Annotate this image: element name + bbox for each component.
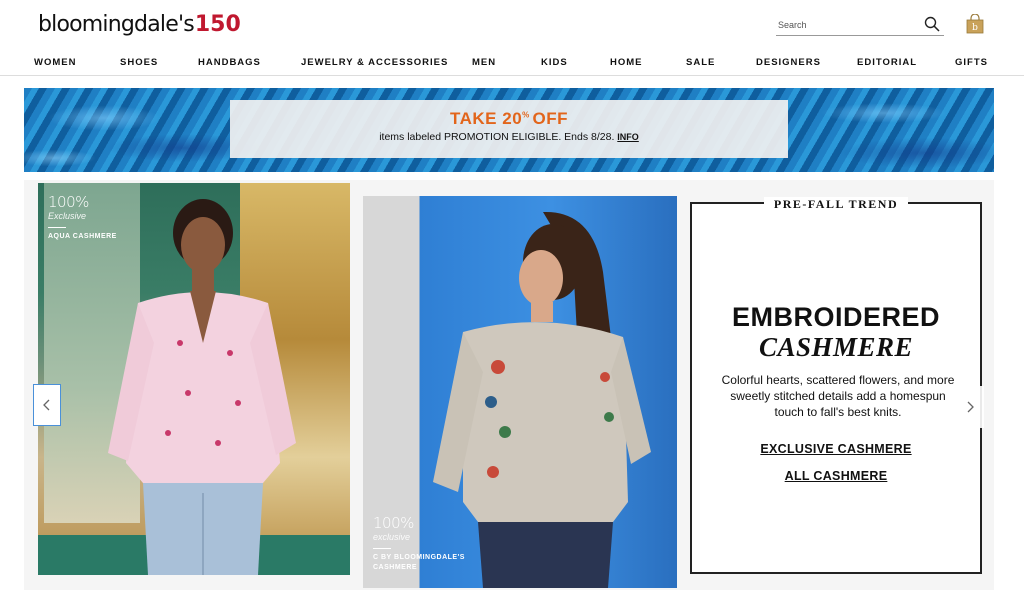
logo-anniversary-number: 150 <box>194 12 241 37</box>
promo-title-percent: % <box>522 110 533 120</box>
shopping-bag-icon[interactable]: b <box>966 14 984 34</box>
promo-title: TAKE 20% OFF <box>230 109 788 129</box>
badge-brand-name: C BY BLOOMINGDALE'S <box>373 554 465 561</box>
product-card-aqua-cashmere[interactable]: 100% Exclusive AQUA CASHMERE <box>38 183 350 575</box>
editorial-card-embroidered-cashmere: PRE-FALL TREND EMBROIDERED CASHMERE Colo… <box>690 197 982 574</box>
nav-item-designers[interactable]: DESIGNERS <box>756 57 821 68</box>
editorial-body: Colorful hearts, scattered flowers, and … <box>721 373 955 419</box>
exclusive-cashmere-link[interactable]: EXCLUSIVE CASHMERE <box>692 442 980 456</box>
badge-percent: 100% <box>48 193 89 211</box>
badge-divider <box>373 548 391 549</box>
main-nav: WOMEN SHOES HANDBAGS JEWELRY & ACCESSORI… <box>0 54 1024 76</box>
chevron-right-icon <box>967 401 974 413</box>
promo-info-link[interactable]: INFO <box>617 132 639 142</box>
search-icon[interactable] <box>924 16 940 32</box>
all-cashmere-link[interactable]: ALL CASHMERE <box>692 469 980 483</box>
badge-exclusive-label: Exclusive <box>48 211 87 221</box>
model-pink-cardigan-image <box>108 199 296 575</box>
editorial-kicker: PRE-FALL TREND <box>692 195 980 213</box>
editorial-title-line1: EMBROIDERED <box>731 302 940 332</box>
editorial-kicker-text: PRE-FALL TREND <box>763 197 909 211</box>
site-header: bloomingdale's150 b <box>0 0 1024 50</box>
nav-item-kids[interactable]: KIDS <box>541 57 568 68</box>
promo-subtitle: items labeled PROMOTION ELIGIBLE. Ends 8… <box>230 131 788 143</box>
promo-subtitle-text: items labeled PROMOTION ELIGIBLE. Ends 8… <box>379 131 615 143</box>
promo-title-off: OFF <box>532 109 568 128</box>
product-card-c-by-bloomingdales-cashmere[interactable]: 100% exclusive C BY BLOOMINGDALE'S CASHM… <box>363 196 677 588</box>
logo-text: bloomingdale's <box>38 12 195 37</box>
nav-item-sale[interactable]: SALE <box>686 57 715 68</box>
exclusive-badge: 100% Exclusive AQUA CASHMERE <box>48 193 117 242</box>
badge-brand-category: CASHMERE <box>373 564 418 571</box>
nav-item-women[interactable]: WOMEN <box>34 57 76 68</box>
nav-item-shoes[interactable]: SHOES <box>120 57 158 68</box>
badge-brand-name: AQUA CASHMERE <box>48 233 117 240</box>
nav-item-home[interactable]: HOME <box>610 57 643 68</box>
nav-item-men[interactable]: MEN <box>472 57 496 68</box>
promo-title-text: TAKE 20 <box>450 109 523 128</box>
badge-exclusive-label: exclusive <box>373 532 411 542</box>
nav-item-handbags[interactable]: HANDBAGS <box>198 57 261 68</box>
promo-box: TAKE 20% OFF items labeled PROMOTION ELI… <box>230 100 788 158</box>
badge-percent: 100% <box>373 514 414 532</box>
nav-item-editorial[interactable]: EDITORIAL <box>857 57 917 68</box>
hero-carousel: 100% Exclusive AQUA CASHMERE 100% exclus… <box>24 180 994 590</box>
search-bar <box>776 14 944 36</box>
nav-item-jewelry-accessories[interactable]: JEWELRY & ACCESSORIES <box>301 57 448 68</box>
editorial-title-line2: CASHMERE <box>758 332 914 362</box>
bloomingdales-logo[interactable]: bloomingdale's150 <box>38 12 241 37</box>
search-input[interactable] <box>778 17 918 33</box>
nav-item-gifts[interactable]: GIFTS <box>955 57 988 68</box>
exclusive-badge: 100% exclusive C BY BLOOMINGDALE'S CASHM… <box>373 514 465 573</box>
carousel-next-button[interactable] <box>956 386 984 428</box>
carousel-prev-button[interactable] <box>33 384 61 426</box>
svg-text:b: b <box>972 23 978 33</box>
promo-banner[interactable]: TAKE 20% OFF items labeled PROMOTION ELI… <box>24 88 994 172</box>
chevron-left-icon <box>43 399 50 411</box>
badge-divider <box>48 227 66 228</box>
